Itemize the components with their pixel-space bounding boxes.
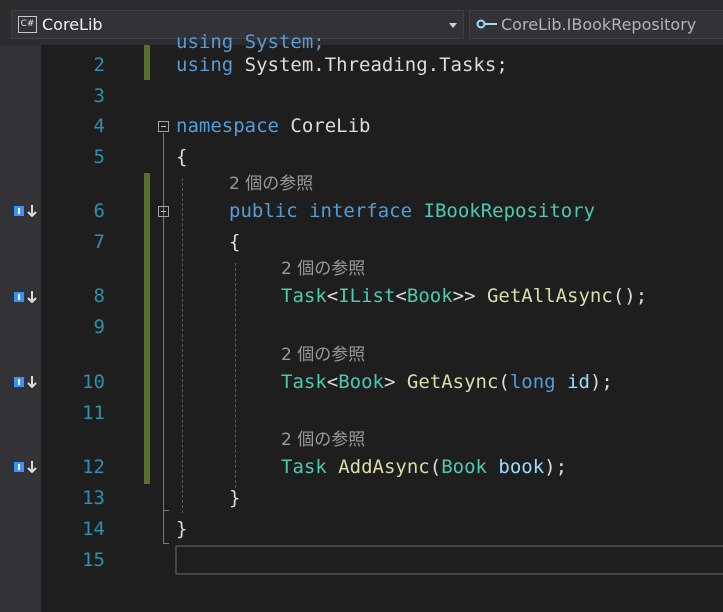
change-tracking-bar (144, 45, 150, 80)
indicator-margin (0, 45, 41, 612)
line-number: 9 (93, 316, 105, 338)
code-line-10: Task<Book> GetAsync(long id); (281, 371, 613, 393)
code-token: using System; (176, 31, 325, 53)
namespace-name: CoreLib (290, 115, 371, 137)
code-token: ( (429, 456, 442, 478)
line-number: 4 (93, 115, 105, 137)
keyword-long: long (509, 371, 556, 393)
method-add-async: AddAsync (338, 456, 430, 478)
implementation-glyph-icon[interactable] (14, 461, 40, 473)
line-number: 11 (82, 402, 105, 424)
outline-end (163, 510, 169, 511)
parameter-book: book (498, 456, 545, 478)
method-get-all-async: GetAllAsync (486, 285, 613, 307)
line-number: 8 (93, 285, 105, 307)
project-dropdown-value: CoreLib (42, 15, 103, 34)
keyword-interface: interface (309, 200, 413, 222)
line-number: 6 (93, 200, 105, 222)
namespace-name: System.Threading.Tasks; (244, 54, 508, 76)
csharp-project-icon: C# (18, 16, 37, 33)
code-token: >> (452, 285, 476, 307)
code-token: < (395, 285, 407, 307)
keyword-using: using (176, 54, 234, 76)
collapse-region-icon[interactable] (158, 121, 169, 132)
code-line-4: namespace CoreLib (176, 115, 370, 137)
implementation-glyph-icon[interactable] (14, 291, 40, 303)
close-brace: } (229, 487, 241, 509)
open-brace: { (229, 231, 241, 253)
codelens-references[interactable]: 2 個の参照 (281, 259, 365, 279)
line-number: 15 (82, 549, 105, 571)
type-book: Book (338, 371, 384, 393)
code-line-7: { (229, 231, 240, 253)
code-line-1: using System; (176, 31, 325, 53)
code-line-5: { (176, 146, 187, 168)
line-number: 12 (82, 456, 105, 478)
code-token: (); (612, 285, 648, 307)
implementation-glyph-icon[interactable] (14, 205, 40, 217)
code-token: > (383, 371, 396, 393)
member-dropdown-value: CoreLib.IBookRepository (501, 15, 697, 34)
code-line-13: } (229, 487, 240, 509)
collapse-region-icon[interactable] (158, 206, 169, 217)
line-number: 10 (82, 371, 105, 393)
indent-guide (235, 263, 236, 488)
outline-line (163, 133, 164, 543)
change-tracking-bar (144, 173, 150, 484)
code-token: ); (544, 456, 568, 478)
type-book: Book (406, 285, 453, 307)
close-brace: } (176, 518, 188, 540)
interface-icon (476, 19, 497, 29)
parameter-id: id (567, 371, 590, 393)
line-number: 14 (82, 518, 105, 540)
navigation-bar: C# CoreLib CoreLib.IBookRepository (0, 0, 723, 45)
type-task: Task (281, 456, 327, 478)
codelens-references[interactable]: 2 個の参照 (281, 430, 365, 450)
keyword-namespace: namespace (176, 115, 279, 137)
type-task: Task (281, 371, 327, 393)
code-line-12: Task AddAsync(Book book); (281, 456, 567, 478)
codelens-references[interactable]: 2 個の参照 (281, 345, 365, 365)
line-number: 13 (82, 487, 105, 509)
type-ilist: IList (338, 285, 396, 307)
outline-end (163, 543, 169, 544)
code-line-14: } (176, 518, 187, 540)
code-token: < (326, 285, 339, 307)
code-line-8: Task<IList<Book>> GetAllAsync(); (281, 285, 647, 307)
interface-name: IBookRepository (423, 200, 596, 222)
line-number: 7 (93, 231, 105, 253)
code-token: ); (589, 371, 613, 393)
code-editor[interactable]: 2 3 4 5 6 7 8 9 10 11 12 13 14 15 using … (41, 31, 723, 612)
open-brace: { (176, 146, 188, 168)
codelens-references[interactable]: 2 個の参照 (229, 174, 313, 194)
code-line-6: public interface IBookRepository (229, 200, 595, 222)
type-task: Task (281, 285, 327, 307)
member-dropdown[interactable]: CoreLib.IBookRepository (469, 10, 723, 39)
code-token: < (326, 371, 339, 393)
method-get-async: GetAsync (406, 371, 499, 393)
code-token: ( (498, 371, 510, 393)
type-book: Book (441, 456, 487, 478)
current-line-highlight[interactable] (175, 545, 723, 575)
line-number: 5 (93, 146, 105, 168)
chevron-down-icon[interactable] (449, 23, 457, 28)
keyword-public: public (229, 200, 298, 222)
indent-guide (182, 178, 183, 513)
implementation-glyph-icon[interactable] (14, 376, 40, 388)
line-number: 3 (93, 85, 105, 107)
code-line-2: using System.Threading.Tasks; (176, 54, 508, 76)
line-number: 2 (93, 54, 105, 76)
